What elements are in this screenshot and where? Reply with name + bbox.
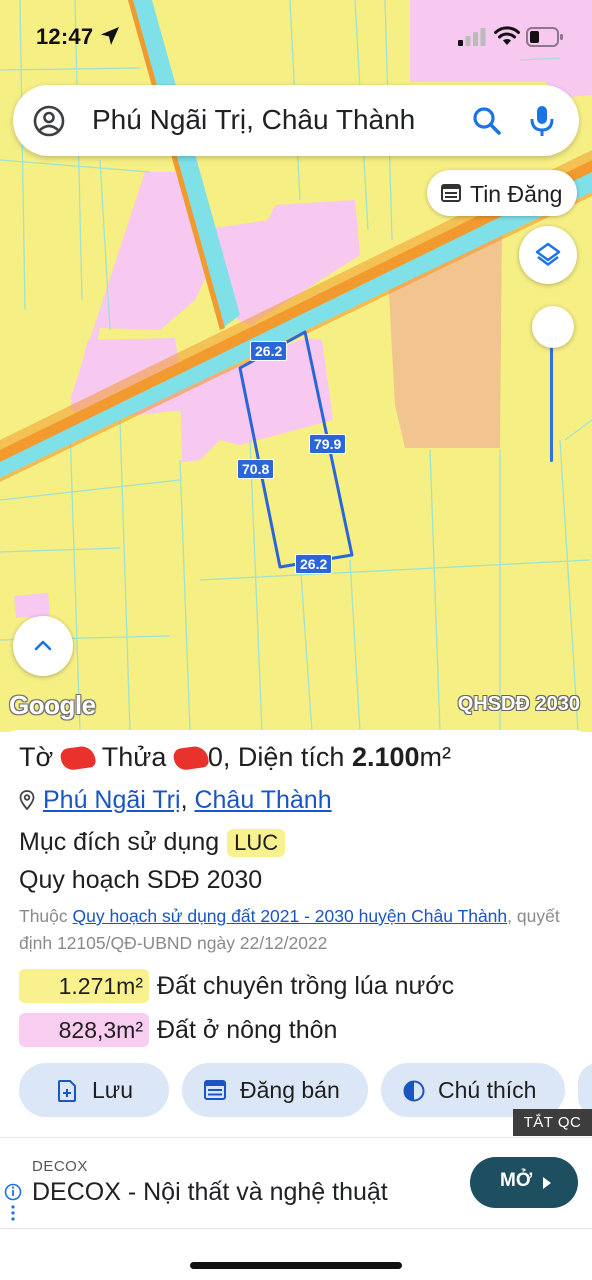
microphone-icon[interactable] xyxy=(529,104,555,138)
purpose-code-badge: LUC xyxy=(227,829,286,857)
listings-button[interactable]: Tin Đăng xyxy=(427,170,577,216)
location-pin-icon xyxy=(19,790,35,811)
search-bar[interactable]: Phú Ngãi Trị, Châu Thành xyxy=(13,85,579,156)
legend-button-label: Chú thích xyxy=(438,1077,537,1103)
dimension-label-top: 26.2 xyxy=(250,341,288,361)
dimension-label-bottom: 26.2 xyxy=(295,554,333,574)
dimension-label-right: 79.9 xyxy=(309,434,347,454)
ad-title[interactable]: DECOX - Nội thất và nghệ thuật xyxy=(32,1178,388,1207)
area-value: 2.100 xyxy=(351,742,420,772)
play-arrow-icon xyxy=(543,1177,551,1189)
purpose-label: Mục đích sử dụng xyxy=(19,828,220,856)
plan-title: Quy hoạch SDĐ 2030 xyxy=(19,866,263,894)
plot-suffix: 0 xyxy=(207,742,223,772)
home-indicator[interactable] xyxy=(190,1262,402,1269)
area-chip-residential: 828,3m² xyxy=(19,1013,149,1047)
land-area-row: 1.271m² Đất chuyên trồng lúa nước xyxy=(19,969,454,1003)
layers-icon xyxy=(535,242,561,266)
status-bar: 12:47 xyxy=(0,0,592,74)
belongs-prefix: Thuộc xyxy=(19,906,68,926)
post-sale-button-label: Đăng bán xyxy=(240,1077,340,1103)
layer-label: QHSDĐ 2030 xyxy=(457,693,580,715)
wifi-icon xyxy=(494,26,520,45)
battery-icon xyxy=(526,27,563,47)
ad-open-button[interactable]: MỞ xyxy=(470,1157,578,1208)
address-separator: , xyxy=(180,786,188,814)
dimension-label-left: 70.8 xyxy=(237,459,275,479)
ad-source: DECOX xyxy=(32,1158,88,1175)
area-label: , Diện tích xyxy=(222,742,345,772)
ad-open-label: MỞ xyxy=(500,1170,533,1191)
parcel-title: Tờ Thửa 0, Diện tích 2.100m² xyxy=(19,742,451,773)
post-sale-button[interactable]: Đăng bán xyxy=(182,1063,368,1117)
hide-ads-button[interactable]: TẮT QC xyxy=(513,1109,592,1136)
save-button[interactable]: Lưu xyxy=(19,1063,169,1117)
plan-link[interactable]: Quy hoạch sử dụng đất 2021 - 2030 huyện … xyxy=(73,906,508,926)
chevron-up-icon xyxy=(34,640,52,651)
status-time: 12:47 xyxy=(36,24,94,49)
map-view[interactable]: 26.2 79.9 70.8 26.2 12:47 Phú Ngãi Trị, … xyxy=(0,0,592,732)
layers-button[interactable] xyxy=(519,226,577,284)
district-link[interactable]: Châu Thành xyxy=(194,786,331,814)
opacity-slider-handle[interactable] xyxy=(532,306,574,348)
commune-link[interactable]: Phú Ngãi Trị xyxy=(43,786,181,814)
listing-icon xyxy=(204,1080,226,1100)
opacity-slider-track[interactable] xyxy=(550,345,553,462)
save-button-label: Lưu xyxy=(92,1077,133,1103)
search-icon[interactable] xyxy=(471,105,503,137)
account-icon[interactable] xyxy=(33,105,65,137)
redacted-sheet-number xyxy=(59,744,97,772)
land-area-row: 828,3m² Đất ở nông thôn xyxy=(19,1013,337,1047)
ad-info-icon[interactable] xyxy=(4,1183,22,1225)
parcel-address: Phú Ngãi Trị, Châu Thành xyxy=(19,786,332,815)
sheet-prefix: Tờ xyxy=(19,742,54,772)
land-purpose: Mục đích sử dụng LUC xyxy=(19,828,286,857)
area-chip-rice: 1.271m² xyxy=(19,969,149,1003)
contrast-icon xyxy=(403,1080,425,1102)
signal-icon xyxy=(458,28,486,46)
redacted-plot-number xyxy=(172,744,210,772)
listings-button-label: Tin Đăng xyxy=(470,181,563,207)
area-desc-rice: Đất chuyên trồng lúa nước xyxy=(157,971,455,1000)
google-logo: Google xyxy=(9,690,96,720)
area-unit: m² xyxy=(419,742,452,772)
save-icon xyxy=(58,1080,76,1102)
area-desc-residential: Đất ở nông thôn xyxy=(157,1015,338,1044)
listings-icon xyxy=(441,184,461,202)
location-arrow-icon xyxy=(101,27,119,45)
search-input[interactable]: Phú Ngãi Trị, Châu Thành xyxy=(92,104,470,136)
plan-reference: Thuộc Quy hoạch sử dụng đất 2021 - 2030 … xyxy=(19,903,579,957)
expand-button[interactable] xyxy=(13,616,73,676)
plot-prefix: Thửa xyxy=(101,742,167,772)
